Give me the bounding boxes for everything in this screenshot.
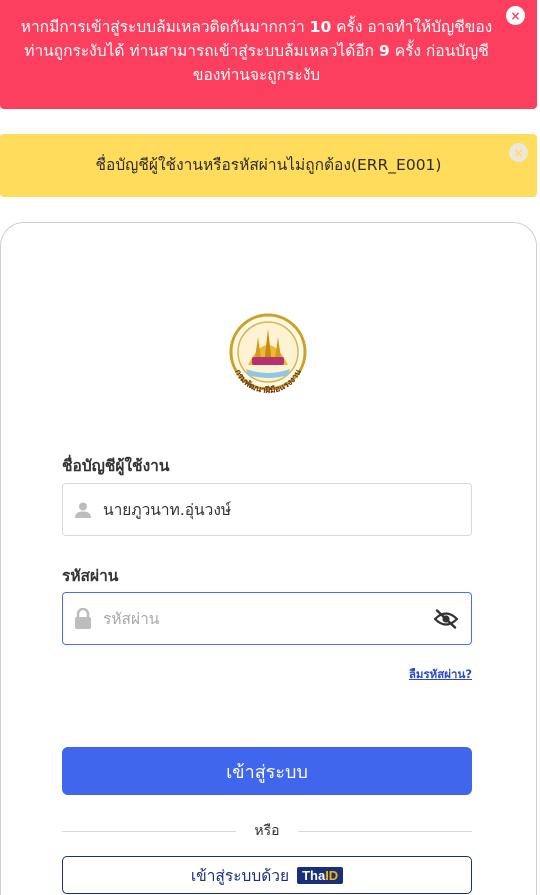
user-icon (63, 501, 103, 519)
or-divider: หรือ (62, 820, 472, 842)
divider-line (62, 830, 237, 832)
department-seal-logo: กรมพัฒนาฝีมือแรงงาน (218, 305, 318, 405)
error-message: ชื่อบัญชีผู้ใช้งานหรือรหัสผ่านไม่ถูกต้อง… (95, 156, 442, 174)
thaid-button-label: เข้าสู่ระบบด้วย (190, 866, 290, 885)
lockout-warning-alert: หากมีการเข้าสู่ระบบล้มเหลวติดกันมากกว่า … (0, 0, 537, 109)
password-label: รหัสผ่าน (62, 567, 119, 585)
close-error-alert-button[interactable]: × (509, 143, 528, 162)
divider-line (297, 830, 472, 832)
close-icon: × (510, 8, 521, 23)
thaid-login-button[interactable]: เข้าสู่ระบบด้วย ThaID (62, 856, 472, 894)
lock-icon (63, 607, 103, 630)
login-button[interactable]: เข้าสู่ระบบ (62, 747, 472, 795)
forgot-password-link[interactable]: ลืมรหัสผ่าน? (409, 666, 472, 684)
max-attempts: 10 (309, 18, 332, 36)
password-input[interactable] (103, 593, 421, 644)
remaining-attempts: 9 (378, 42, 390, 60)
username-input[interactable] (103, 484, 471, 535)
login-error-alert: ชื่อบัญชีผู้ใช้งานหรือรหัสผ่านไม่ถูกต้อง… (0, 134, 537, 197)
thaid-logo: ThaID (297, 866, 344, 884)
username-field[interactable] (62, 483, 472, 536)
close-lockout-alert-button[interactable]: × (506, 6, 525, 25)
password-field[interactable] (62, 592, 472, 645)
close-icon: × (513, 145, 524, 160)
divider-text: หรือ (254, 823, 280, 839)
eye-off-icon[interactable] (421, 608, 471, 629)
thaid-logo-id: ID (325, 867, 339, 883)
username-label: ชื่อบัญชีผู้ใช้งาน (62, 457, 170, 475)
thaid-logo-tha: Tha (302, 867, 326, 883)
lockout-text-1: หากมีการเข้าสู่ระบบล้มเหลวติดกันมากกว่า (20, 18, 310, 36)
